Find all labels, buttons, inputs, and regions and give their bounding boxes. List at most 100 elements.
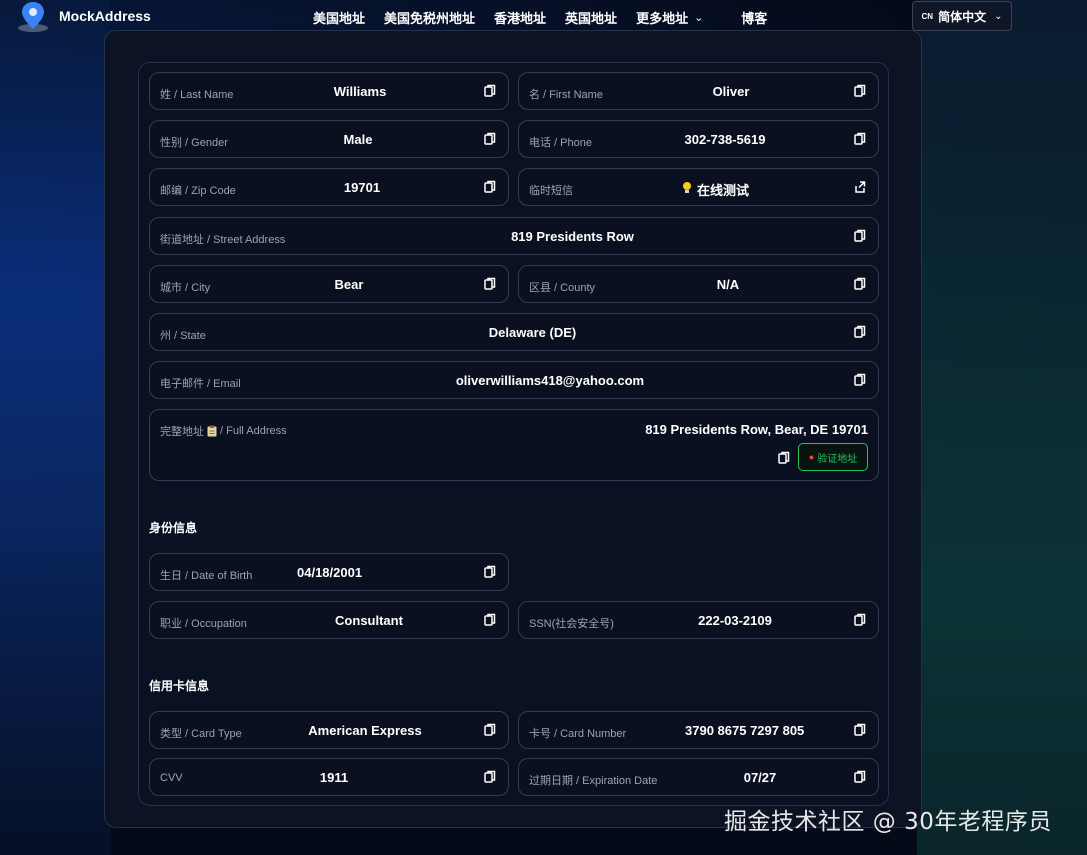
last-name-field[interactable]: 姓 / Last Name Williams (149, 72, 509, 110)
copy-icon[interactable] (484, 277, 496, 291)
card-type-field[interactable]: 类型 / Card Type American Express (149, 711, 509, 749)
county-field[interactable]: 区县 / County N/A (518, 265, 879, 303)
nav-link-hk[interactable]: 香港地址 (494, 8, 546, 27)
lang-label: 简体中文 (938, 9, 987, 24)
field-value: 19701 (343, 180, 381, 195)
card-number-field[interactable]: 卡号 / Card Number 3790 8675 7297 805 (518, 711, 879, 749)
field-value: 819 Presidents Row (511, 229, 634, 244)
first-name-field[interactable]: 名 / First Name Oliver (518, 72, 879, 110)
field-value: 3790 8675 7297 805 (685, 723, 805, 738)
brand-name[interactable]: MockAddress (59, 8, 151, 24)
external-link-icon[interactable] (854, 180, 866, 194)
copy-icon[interactable] (854, 770, 866, 784)
field-label: 邮编 / Zip Code (160, 185, 236, 197)
field-value: 302-738-5619 (684, 132, 766, 147)
copy-icon[interactable] (854, 723, 866, 737)
gender-field[interactable]: 性别 / Gender Male (149, 120, 509, 158)
full-address-value: 819 Presidents Row, Bear, DE 19701 (645, 422, 868, 437)
full-address-field[interactable]: 完整地址 / Full Address 819 Presidents Row, … (149, 409, 879, 481)
temp-sms-field[interactable]: 临时短信 在线测试 (518, 168, 879, 206)
copy-icon[interactable] (484, 84, 496, 98)
identity-section-title: 身份信息 (149, 521, 198, 535)
occupation-field[interactable]: 职业 / Occupation Consultant (149, 601, 509, 639)
field-value: Delaware (DE) (488, 325, 577, 340)
lang-code: CN (921, 11, 934, 21)
zip-code-field[interactable]: 邮编 / Zip Code 19701 (149, 168, 509, 206)
copy-icon[interactable] (778, 451, 790, 465)
copy-icon[interactable] (484, 723, 496, 737)
copy-icon[interactable] (484, 770, 496, 784)
location-pin-logo-icon[interactable] (16, 0, 50, 34)
field-label: SSN(社会安全号) (529, 618, 614, 630)
street-address-field[interactable]: 街道地址 / Street Address 819 Presidents Row (149, 217, 879, 255)
expiration-date-field[interactable]: 过期日期 / Expiration Date 07/27 (518, 758, 879, 796)
field-value: oliverwilliams418@yahoo.com (455, 373, 645, 388)
field-label: 区县 / County (529, 282, 596, 294)
full-address-label-cn: 完整地址 (160, 426, 204, 438)
field-label: 职业 / Occupation (160, 618, 247, 630)
field-label: CVV (160, 772, 183, 784)
sms-test-link[interactable]: 在线测试 (697, 180, 749, 199)
field-value: American Express (308, 723, 422, 738)
copy-icon[interactable] (854, 613, 866, 627)
ssn-field[interactable]: SSN(社会安全号) 222-03-2109 (518, 601, 879, 639)
field-label: 生日 / Date of Birth (160, 570, 253, 582)
verify-address-label: 验证地址 (817, 453, 858, 465)
background-glow-right (917, 0, 1087, 855)
field-value: N/A (716, 277, 740, 292)
field-value: Williams (333, 84, 387, 99)
copy-icon[interactable] (484, 132, 496, 146)
copy-icon[interactable] (854, 277, 866, 291)
lightbulb-icon (682, 181, 692, 195)
field-label: 州 / State (160, 330, 206, 342)
language-selector[interactable]: CN 简体中文 ⌄ (912, 1, 1012, 31)
field-label: 临时短信 (529, 185, 573, 197)
background-glow-left (0, 0, 110, 855)
chevron-down-icon: ⌄ (994, 10, 1003, 22)
field-value: Oliver (712, 84, 750, 99)
email-field[interactable]: 电子邮件 / Email oliverwilliams418@yahoo.com (149, 361, 879, 399)
state-field[interactable]: 州 / State Delaware (DE) (149, 313, 879, 351)
copy-icon[interactable] (484, 613, 496, 627)
top-navbar: MockAddress 美国地址 美国免税州地址 香港地址 英国地址 更多地址 … (0, 0, 1087, 32)
nav-link-uk[interactable]: 英国地址 (565, 8, 617, 27)
field-label: 电话 / Phone (529, 137, 592, 149)
date-of-birth-field[interactable]: 生日 / Date of Birth 04/18/2001 (149, 553, 509, 591)
cvv-field[interactable]: CVV 1911 (149, 758, 509, 796)
field-value: Consultant (335, 613, 403, 628)
field-value: 07/27 (743, 770, 777, 785)
watermark: 掘金技术社区 @ 30年老程序员 (724, 809, 1052, 835)
full-address-label-en: / Full Address (220, 425, 287, 437)
clipboard-icon (207, 425, 217, 437)
field-value: 222-03-2109 (698, 613, 772, 628)
copy-icon[interactable] (854, 373, 866, 387)
field-label: 城市 / City (160, 282, 211, 294)
nav-link-blog[interactable]: 博客 (741, 8, 767, 27)
field-label: 过期日期 / Expiration Date (529, 775, 658, 787)
red-pin-icon: ● (808, 452, 815, 462)
phone-field[interactable]: 电话 / Phone 302-738-5619 (518, 120, 879, 158)
copy-icon[interactable] (484, 180, 496, 194)
verify-address-button[interactable]: ● 验证地址 (798, 443, 868, 471)
field-value: 04/18/2001 (297, 565, 363, 580)
field-label: 名 / First Name (529, 89, 603, 101)
copy-icon[interactable] (484, 565, 496, 579)
copy-icon[interactable] (854, 84, 866, 98)
nav-link-more[interactable]: 更多地址 ⌄ (636, 8, 703, 27)
copy-icon[interactable] (854, 229, 866, 243)
nav-link-us[interactable]: 美国地址 (313, 8, 365, 27)
credit-card-section-title: 信用卡信息 (149, 679, 210, 693)
city-field[interactable]: 城市 / City Bear (149, 265, 509, 303)
nav-link-us-tax-free[interactable]: 美国免税州地址 (384, 8, 475, 27)
copy-icon[interactable] (854, 325, 866, 339)
field-value: Bear (334, 277, 364, 292)
field-label: 电子邮件 / Email (160, 378, 241, 390)
copy-icon[interactable] (854, 132, 866, 146)
field-label: 类型 / Card Type (160, 728, 242, 740)
chevron-down-icon: ⌄ (694, 12, 704, 24)
field-value: 1911 (319, 770, 349, 785)
field-label: 街道地址 / Street Address (160, 234, 286, 246)
field-value: Male (343, 132, 373, 147)
field-label: 卡号 / Card Number (529, 728, 627, 740)
field-label: 性别 / Gender (160, 137, 228, 149)
